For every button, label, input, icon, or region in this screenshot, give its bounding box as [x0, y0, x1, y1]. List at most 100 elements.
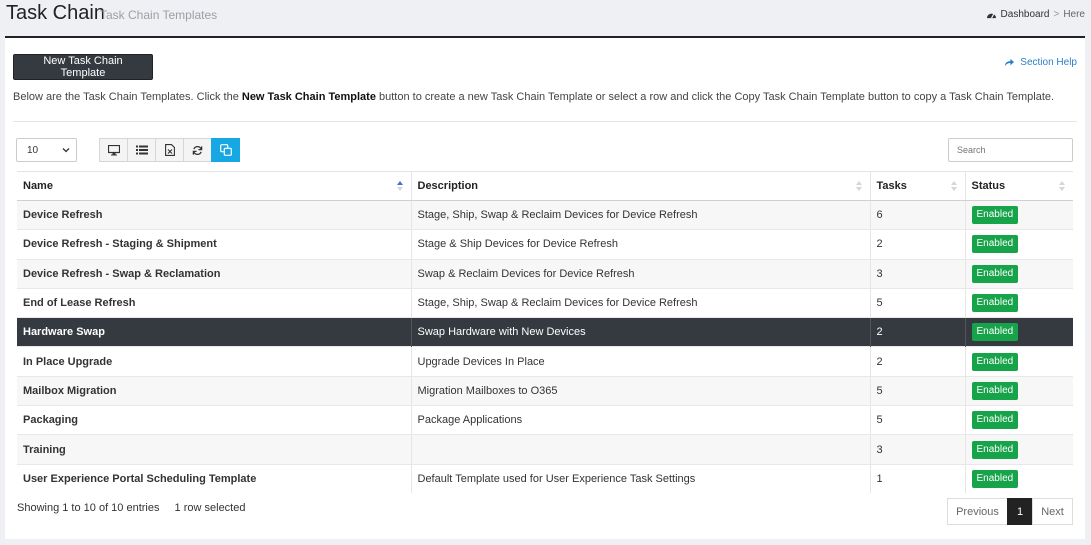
cell-description: Stage, Ship, Swap & Reclaim Devices for …: [410, 287, 870, 318]
cell-description: Package Applications: [410, 405, 870, 435]
cell-description: Swap Hardware with New Devices: [410, 317, 870, 347]
column-header-description[interactable]: Description: [410, 171, 870, 201]
intro-text-end: button to create a new Task Chain Templa…: [375, 91, 1055, 103]
status-badge: Enabled: [971, 264, 1019, 283]
column-header-label: Tasks: [876, 180, 907, 192]
cell-name: Mailbox Migration: [17, 375, 411, 406]
cell-status: Enabled: [964, 463, 1073, 494]
cell-name: User Experience Portal Scheduling Templa…: [17, 463, 411, 494]
pagination: Previous 1 Next: [947, 498, 1073, 525]
copy-icon: [219, 144, 232, 156]
cell-name: Hardware Swap: [17, 317, 411, 347]
cell-description: Upgrade Devices In Place: [410, 346, 870, 377]
selection-info: 1 row selected: [174, 502, 246, 514]
list-view-button[interactable]: [127, 138, 156, 162]
cell-name: Device Refresh: [17, 199, 411, 230]
cell-tasks: 5: [869, 375, 965, 406]
table-row[interactable]: Training 3 Enabled: [17, 434, 1073, 465]
refresh-icon: [192, 145, 203, 155]
section-help-label: Section Help: [1020, 57, 1077, 68]
status-badge: Enabled: [971, 381, 1019, 400]
cell-name: Device Refresh - Swap & Reclamation: [17, 258, 411, 289]
sort-icon: [1059, 181, 1065, 191]
breadcrumb-current: Here: [1063, 9, 1085, 20]
cell-tasks: 2: [869, 317, 965, 347]
status-badge: Enabled: [971, 206, 1019, 225]
cell-tasks: 3: [869, 258, 965, 289]
column-header-tasks[interactable]: Tasks: [869, 171, 965, 201]
sort-icon: [950, 181, 957, 191]
cell-status: Enabled: [964, 375, 1073, 406]
cell-description: Default Template used for User Experienc…: [410, 463, 870, 494]
cell-tasks: 2: [869, 346, 965, 377]
sort-icon: [855, 181, 862, 191]
cell-tasks: 6: [869, 199, 965, 230]
page-title: Task Chain: [6, 2, 105, 24]
cell-description: Swap & Reclaim Devices for Device Refres…: [410, 258, 870, 289]
intro-text: Below are the Task Chain Templates. Clic…: [13, 91, 1054, 103]
table-row[interactable]: Packaging Package Applications 5 Enabled: [17, 405, 1073, 435]
table-row[interactable]: Hardware Swap Swap Hardware with New Devi…: [17, 317, 1073, 347]
status-badge: Enabled: [971, 411, 1019, 430]
page-1-button[interactable]: 1: [1007, 498, 1033, 525]
export-excel-button[interactable]: [155, 138, 184, 162]
table-row[interactable]: Device Refresh - Swap & Reclamation Swap …: [17, 258, 1073, 289]
table-row[interactable]: In Place Upgrade Upgrade Devices In Place…: [17, 346, 1073, 377]
cell-name: Training: [17, 434, 411, 465]
table-toolbar: [99, 138, 240, 162]
breadcrumb-dashboard[interactable]: Dashboard: [1001, 9, 1050, 20]
cell-status: Enabled: [964, 346, 1073, 377]
page-header: Task Chain Task Chain Templates Dashboar…: [0, 0, 1091, 34]
table-row[interactable]: End of Lease Refresh Stage, Ship, Swap & …: [17, 287, 1073, 318]
cell-tasks: 1: [869, 463, 965, 494]
sort-ascending-icon: [396, 181, 403, 191]
column-header-name[interactable]: Name: [17, 171, 411, 201]
cell-name: Device Refresh - Staging & Shipment: [17, 229, 411, 260]
list-icon: [135, 145, 148, 155]
next-page-button[interactable]: Next: [1032, 498, 1073, 525]
templates-table: Name Description Tasks Status Device Ref…: [17, 171, 1073, 494]
cell-status: Enabled: [964, 405, 1073, 435]
page-length-select[interactable]: 10: [16, 138, 77, 162]
page-subtitle: Task Chain Templates: [100, 8, 218, 22]
table-row[interactable]: Device Refresh - Staging & Shipment Stage…: [17, 229, 1073, 260]
cell-description: Migration Mailboxes to O365: [410, 375, 870, 406]
table-row[interactable]: Mailbox Migration Migration Mailboxes to …: [17, 375, 1073, 406]
breadcrumb-separator: >: [1053, 9, 1060, 20]
cell-description: Stage, Ship, Swap & Reclaim Devices for …: [410, 199, 870, 230]
chevron-down-icon: [62, 148, 70, 153]
cell-tasks: 5: [869, 287, 965, 318]
cell-name: End of Lease Refresh: [17, 287, 411, 318]
cell-status: Enabled: [964, 317, 1073, 347]
page-length-value: 10: [27, 144, 39, 156]
cell-status: Enabled: [964, 199, 1073, 230]
cell-status: Enabled: [964, 434, 1073, 465]
status-badge: Enabled: [971, 470, 1019, 489]
table-row[interactable]: Device Refresh Stage, Ship, Swap & Reclai…: [17, 199, 1073, 230]
table-info: Showing 1 to 10 of 10 entries 1 row sele…: [17, 502, 245, 514]
entries-info: Showing 1 to 10 of 10 entries: [17, 502, 160, 514]
copy-task-chain-template-button[interactable]: [211, 138, 240, 162]
cell-status: Enabled: [964, 287, 1073, 318]
excel-icon: [164, 144, 175, 156]
divider: [13, 121, 1077, 122]
column-header-status[interactable]: Status: [964, 171, 1073, 201]
section-help-link[interactable]: Section Help: [1004, 57, 1077, 68]
cell-tasks: 2: [869, 229, 965, 260]
intro-text-bold: New Task Chain Template: [241, 91, 376, 103]
table-header-row: Name Description Tasks Status: [17, 171, 1073, 201]
previous-page-button[interactable]: Previous: [947, 498, 1008, 525]
breadcrumb: Dashboard > Here: [986, 9, 1085, 20]
column-visibility-button[interactable]: [99, 138, 128, 162]
status-badge: Enabled: [971, 294, 1019, 313]
cell-status: Enabled: [964, 258, 1073, 289]
cell-description: [410, 434, 870, 465]
column-header-label: Status: [971, 180, 1006, 192]
cell-tasks: 3: [869, 434, 965, 465]
refresh-button[interactable]: [183, 138, 212, 162]
table-row[interactable]: User Experience Portal Scheduling Templa…: [17, 463, 1073, 494]
share-arrow-icon: [1005, 58, 1015, 67]
new-task-chain-template-button[interactable]: New Task Chain Template: [13, 54, 153, 80]
search-input[interactable]: [948, 138, 1073, 162]
intro-text-start: Below are the Task Chain Templates. Clic…: [13, 91, 242, 103]
